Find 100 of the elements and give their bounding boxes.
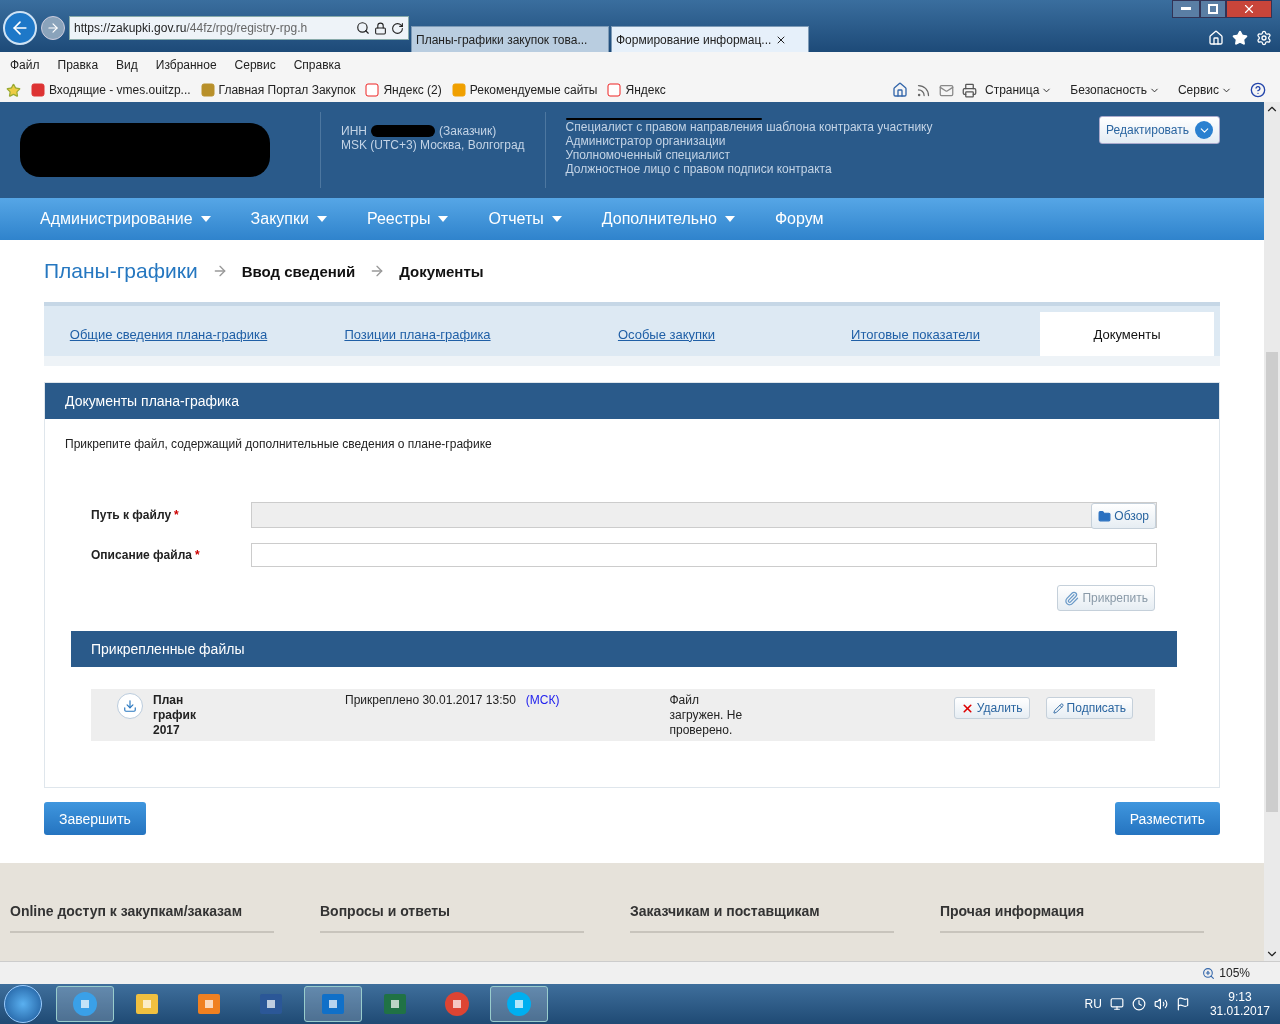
caret-icon (438, 216, 449, 222)
feed-icon[interactable] (915, 82, 931, 98)
star-icon[interactable] (6, 82, 21, 98)
field-label: Описание файла * (91, 548, 201, 562)
footer-heading[interactable]: Прочая информация (940, 903, 1204, 933)
refresh-icon[interactable] (391, 21, 404, 35)
settings-icon[interactable] (1256, 30, 1272, 46)
clock-icon[interactable] (1131, 997, 1146, 1011)
minimize-button[interactable] (1172, 0, 1200, 18)
attached-date: Прикреплено 30.01.2017 13:50 (345, 693, 516, 707)
menu-item[interactable]: Сервис (234, 58, 276, 72)
address-text: https://zakupki.gov.ru/44fz/rpg/registry-rpg.h (74, 21, 308, 35)
chevron-icon (1195, 121, 1213, 139)
edit-button[interactable]: Редактировать (1099, 116, 1220, 144)
browser-tab[interactable]: Планы-графики закупок това... (411, 26, 609, 52)
redaction-mark (370, 125, 435, 137)
menu-item[interactable]: Избранное (155, 58, 217, 72)
arrow-right-icon (46, 21, 60, 35)
address-bar[interactable]: https://zakupki.gov.ru/44fz/rpg/registry-rpg.h (69, 16, 409, 40)
favorite-link[interactable]: Яндекс (2) (365, 83, 442, 97)
description-field[interactable] (251, 543, 1157, 567)
close-button[interactable] (1226, 0, 1272, 18)
breadcrumb-item: Ввод сведений (241, 262, 356, 280)
favorite-link[interactable]: Главная Портал Закупок (200, 83, 356, 97)
scrollbar[interactable] (1264, 102, 1280, 961)
timezone-link[interactable]: (МСК) (525, 693, 560, 707)
sign-button[interactable]: Подписать (1045, 697, 1133, 719)
footer-heading[interactable]: Вопросы и ответы (320, 903, 584, 933)
finish-button[interactable]: Завершить (44, 802, 146, 835)
taskbar-app[interactable] (56, 986, 114, 1022)
home-icon[interactable] (891, 82, 908, 98)
inn-role: (Заказчик) (438, 124, 497, 138)
taskbar-app[interactable] (304, 986, 362, 1022)
clock-time: 9:13 (1228, 990, 1252, 1004)
hint-text: Прикрепите файл, содержащий дополнительные сведения о плане-графике (64, 436, 493, 453)
zoom-level[interactable]: 105% (1219, 966, 1250, 980)
site-icon (451, 83, 466, 97)
favorite-link[interactable]: Яндекс (607, 83, 666, 97)
paperclip-icon (1064, 590, 1080, 606)
file-name: План график 2017 (153, 693, 197, 738)
file-path-field[interactable]: Обзор (251, 502, 1157, 528)
role-text: Уполномоченный специалист (565, 148, 731, 162)
taskbar-app[interactable] (490, 986, 548, 1022)
menu-item[interactable]: Правка (57, 58, 99, 72)
publish-button[interactable]: Разместить (1114, 802, 1220, 835)
footer-heading[interactable]: Заказчикам и поставщикам (630, 903, 894, 933)
clock-date: 31.01.2017 (1209, 1004, 1270, 1018)
page-tab[interactable]: Итоговые показатели (791, 312, 1040, 356)
speaker-icon[interactable] (1153, 997, 1168, 1011)
role-text: Администратор организации (565, 134, 727, 148)
role-text: Должностное лицо с правом подписи контракта (565, 162, 833, 176)
section-title: Прикрепленные файлы (71, 631, 1177, 667)
breadcrumb-link[interactable]: Планы-графики (44, 259, 198, 283)
minimize-icon (1181, 7, 1191, 11)
caret-icon (200, 216, 211, 222)
menu-item[interactable]: Вид (116, 58, 138, 72)
footer-heading[interactable]: Online доступ к закупкам/заказам (10, 903, 274, 933)
zoom-icon[interactable] (1202, 966, 1216, 980)
site-icon (607, 83, 622, 97)
site-icon (365, 83, 380, 97)
panel-title: Документы плана-графика (45, 383, 1219, 419)
flag-icon[interactable] (1175, 997, 1190, 1011)
favorite-link[interactable]: Входящие - vmes.ouitzp... (31, 83, 191, 97)
field-label: Путь к файлу * (91, 508, 180, 522)
breadcrumb-item: Документы (399, 262, 484, 280)
download-icon[interactable] (117, 693, 143, 719)
printer-icon[interactable] (961, 82, 977, 98)
inn-label: ИНН (341, 124, 367, 138)
home-icon[interactable] (1208, 30, 1224, 46)
restore-icon (1208, 4, 1218, 14)
back-button[interactable] (3, 11, 37, 45)
caret-icon (551, 216, 562, 222)
timezone-text: MSK (UTC+3) Москва, Волгоград (341, 138, 525, 152)
start-button[interactable] (4, 985, 42, 1023)
page-tab[interactable]: Общие сведения плана-графика (44, 312, 293, 356)
help-icon[interactable] (1250, 82, 1266, 98)
language-indicator[interactable]: RU (1084, 997, 1102, 1011)
search-icon[interactable] (356, 21, 370, 35)
browse-button[interactable]: Обзор (1091, 503, 1156, 529)
forward-button[interactable] (41, 16, 65, 40)
page-tab[interactable]: Особые закупки (542, 312, 791, 356)
role-text: Специалист с правом направления шаблона контракта участнику (565, 120, 933, 134)
caret-icon (724, 216, 735, 222)
monitor-icon[interactable] (1109, 997, 1124, 1011)
command-menu[interactable]: Безопасность (1070, 83, 1160, 97)
pencil-icon (1052, 702, 1064, 714)
menu-item[interactable]: Файл (10, 58, 40, 72)
file-status: Файл загружен. Не проверено. (669, 693, 744, 738)
favorite-link[interactable]: Рекомендуемые сайты (451, 83, 598, 97)
caret-icon (316, 216, 327, 222)
command-menu[interactable]: Страница (984, 83, 1053, 97)
command-menu[interactable]: Сервис (1177, 83, 1232, 97)
close-icon (1242, 2, 1256, 16)
lock-icon (374, 21, 387, 35)
delete-button[interactable]: Удалить (953, 697, 1030, 719)
browser-tab[interactable]: Формирование информац... (611, 26, 809, 52)
page-tab[interactable]: Документы (1040, 312, 1214, 356)
page-tab[interactable]: Позиции плана-графика (293, 312, 542, 356)
menu-item[interactable]: Справка (293, 58, 341, 72)
restore-button[interactable] (1200, 0, 1226, 18)
